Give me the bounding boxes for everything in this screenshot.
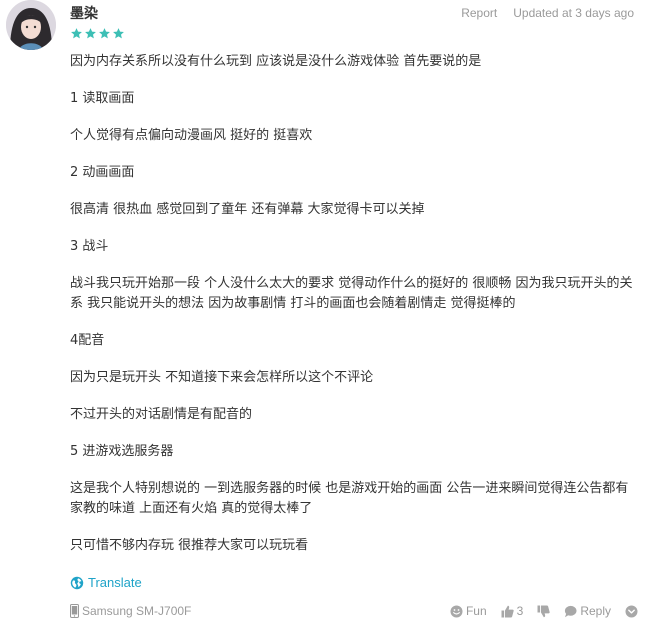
review-paragraph: 这是我个人特别想说的 一到选服务器的时候 也是游戏开始的画面 公告一进来瞬间觉得… bbox=[70, 481, 629, 516]
device-name: Samsung SM-J700F bbox=[82, 604, 192, 618]
translate-button[interactable]: Translate bbox=[70, 575, 142, 590]
review-body: 因为内存关系所以没有什么玩到 应该说是没什么游戏体验 首先要说的是 1 读取画面个… bbox=[70, 52, 638, 573]
like-button[interactable]: 3 bbox=[501, 604, 524, 618]
user-avatar[interactable] bbox=[6, 0, 56, 50]
report-link[interactable]: Report bbox=[461, 6, 497, 20]
review-paragraph: 很高清 很热血 感觉回到了童年 还有弹幕 大家觉得卡可以关掉 bbox=[70, 202, 425, 217]
phone-icon bbox=[70, 604, 79, 618]
smiley-icon bbox=[450, 605, 463, 617]
review-meta: Report Updated at 3 days ago bbox=[461, 6, 634, 20]
review-paragraph: 因为只是玩开头 不知道接下来会怎样所以这个不评论 bbox=[70, 370, 374, 385]
star-icon-filled bbox=[71, 28, 82, 39]
review-paragraph: 1 读取画面 bbox=[70, 91, 135, 106]
review-paragraph: 2 动画画面 bbox=[70, 165, 135, 180]
avatar-image bbox=[6, 0, 56, 50]
review-paragraph: 3 战斗 bbox=[70, 239, 109, 254]
review-paragraph: 个人觉得有点偏向动漫画风 挺好的 挺喜欢 bbox=[70, 128, 313, 143]
star-rating bbox=[70, 27, 139, 40]
reply-label: Reply bbox=[580, 604, 611, 618]
translate-label: Translate bbox=[88, 575, 142, 590]
star-icon-empty bbox=[127, 28, 138, 39]
review-paragraph: 只可惜不够内存玩 很推荐大家可以玩玩看 bbox=[70, 538, 309, 553]
speech-bubble-icon bbox=[565, 605, 577, 617]
author-name[interactable]: 墨染 bbox=[70, 6, 98, 22]
review-paragraph: 因为内存关系所以没有什么玩到 应该说是没什么游戏体验 首先要说的是 bbox=[70, 54, 482, 69]
review-actions: Fun 3 Reply bbox=[450, 604, 638, 618]
updated-timestamp: Updated at 3 days ago bbox=[513, 6, 634, 20]
globe-icon bbox=[70, 576, 84, 589]
like-count: 3 bbox=[516, 604, 524, 618]
more-options-button[interactable] bbox=[625, 605, 638, 618]
review-paragraph: 战斗我只玩开始那一段 个人没什么太大的要求 觉得动作什么的挺好的 很顺畅 因为我… bbox=[70, 276, 633, 311]
thumbs-up-icon bbox=[501, 605, 514, 617]
star-icon-filled bbox=[113, 28, 124, 39]
reply-button[interactable]: Reply bbox=[564, 604, 611, 618]
review-paragraph: 不过开头的对话剧情是有配音的 bbox=[70, 407, 253, 422]
review-paragraph: 5 进游戏选服务器 bbox=[70, 444, 174, 459]
thumbs-down-icon bbox=[537, 605, 551, 617]
star-icon-filled bbox=[99, 28, 110, 39]
review-card: 墨染 Report Updated at 3 days ago 因为内存关系所以… bbox=[0, 0, 654, 626]
device-info: Samsung SM-J700F bbox=[70, 604, 191, 618]
fun-label: Fun bbox=[465, 604, 487, 618]
star-icon-filled bbox=[85, 28, 96, 39]
dislike-button[interactable] bbox=[537, 605, 551, 618]
chevron-down-icon bbox=[625, 605, 638, 617]
review-paragraph: 4配音 bbox=[70, 333, 105, 348]
review-footer: Samsung SM-J700F Fun 3 Reply bbox=[70, 604, 638, 620]
fun-button[interactable]: Fun bbox=[450, 604, 487, 618]
